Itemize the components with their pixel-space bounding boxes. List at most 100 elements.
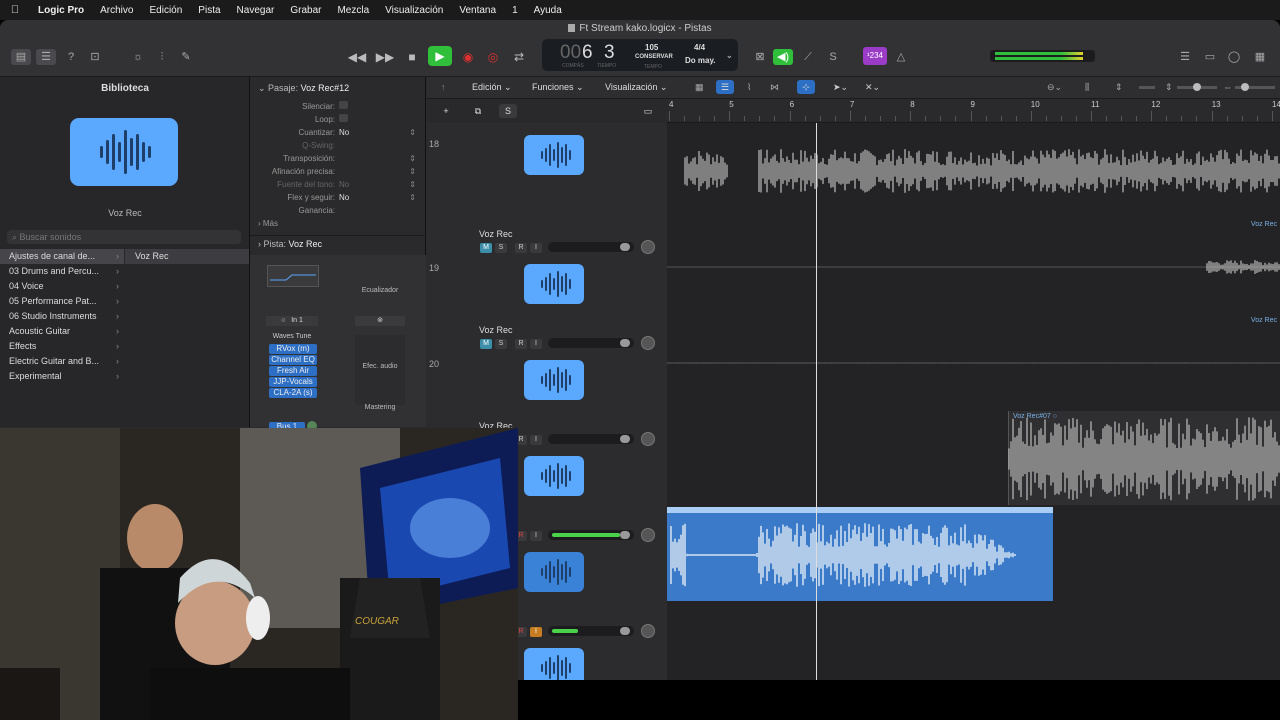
library-toggle-icon[interactable]: ▤ <box>11 49 31 65</box>
eq-label[interactable]: Ecualizador <box>355 287 405 294</box>
record-enable-button[interactable]: R <box>515 339 527 349</box>
flex-icon[interactable]: ⋈ <box>770 82 779 93</box>
waveform-icon[interactable] <box>524 360 584 400</box>
notepad-icon[interactable]: ▭ <box>1200 49 1220 65</box>
record-icon[interactable]: ◉ <box>458 49 478 65</box>
lcd-chevron-icon[interactable]: ⌄ <box>726 51 733 60</box>
loop-row[interactable]: Loop: <box>250 114 426 126</box>
input-monitor-button[interactable]: I <box>530 435 542 445</box>
pan-knob[interactable] <box>641 528 655 542</box>
input-monitor-button[interactable]: I <box>530 627 542 637</box>
edit-menu[interactable]: Edición ⌄ <box>472 82 512 93</box>
plugin-slot[interactable]: CLA-2A (s) <box>269 388 317 398</box>
gain-row[interactable]: Ganancia: <box>250 205 426 217</box>
solo-button[interactable]: S <box>495 243 507 253</box>
menu-logic-pro[interactable]: Logic Pro <box>30 5 92 16</box>
input-monitor-button[interactable]: I <box>530 531 542 541</box>
zoom-slider-v[interactable] <box>1177 83 1217 91</box>
flex-follow-row[interactable]: Flex y seguir: No ⇕ <box>250 192 426 204</box>
global-solo-button[interactable]: S <box>499 104 517 118</box>
input-slot[interactable]: ○ In 1 <box>266 316 318 326</box>
library-search-input[interactable]: ⌕ Buscar sonidos <box>7 230 241 244</box>
menu-pista[interactable]: Pista <box>190 5 228 16</box>
track-header[interactable]: 19 Voz Rec M S R I <box>427 219 667 315</box>
more-toggle[interactable]: › Más <box>258 219 278 228</box>
waveform-icon[interactable] <box>524 264 584 304</box>
duplicate-track-icon[interactable]: ⧉ <box>467 104 489 118</box>
quantize-row[interactable]: Cuantizar: No ⇕ <box>250 127 426 139</box>
volume-slider[interactable] <box>548 338 634 348</box>
track-row[interactable]: R I <box>427 507 1280 603</box>
menu-ayuda[interactable]: Ayuda <box>526 5 570 16</box>
waveform-icon[interactable] <box>524 552 584 592</box>
automation-icon[interactable]: ⌇ <box>747 82 751 93</box>
pan-knob[interactable] <box>641 432 655 446</box>
functions-menu[interactable]: Funciones ⌄ <box>532 82 584 93</box>
library-category[interactable]: Ajustes de canal de... › <box>0 249 124 264</box>
track-name[interactable]: Voz Rec <box>479 325 513 335</box>
menu-visualizacion[interactable]: Visualización <box>377 5 451 16</box>
metronome-icon[interactable]: △ <box>891 49 911 65</box>
waveform-icon[interactable] <box>524 648 584 680</box>
zoom-slider-h[interactable] <box>1235 83 1275 91</box>
mute-button[interactable]: M <box>480 243 492 253</box>
waveform-icon[interactable] <box>524 456 584 496</box>
record-enable-button[interactable]: R <box>515 243 527 253</box>
track-inspector-header[interactable]: › Pista: Voz Rec <box>258 239 322 249</box>
audio-fx-slot[interactable]: Efec. audio <box>355 335 405 405</box>
menu-1[interactable]: 1 <box>504 5 526 16</box>
menu-navegar[interactable]: Navegar <box>229 5 283 16</box>
fine-tune-row[interactable]: Afinación precisa: ⇕ <box>250 166 426 178</box>
volume-slider[interactable] <box>548 434 634 444</box>
track-name[interactable]: Voz Rec <box>479 229 513 239</box>
plugin-slot[interactable]: RVox (m) <box>269 344 317 354</box>
volume-knob[interactable] <box>620 339 630 347</box>
track-row[interactable]: Voz Rec M S R I Voz Rec#07 ○ <box>427 411 1280 507</box>
library-category[interactable]: 04 Voice › <box>0 279 124 294</box>
count-in-button[interactable]: ¹234 <box>863 47 887 65</box>
volume-slider[interactable] <box>548 530 634 540</box>
stepper-icon[interactable]: ⇕ <box>409 153 416 165</box>
solo-icon[interactable]: S <box>823 49 843 65</box>
volume-knob[interactable] <box>620 435 630 443</box>
plugin-slot[interactable]: Fresh Air <box>269 366 317 376</box>
play-icon[interactable]: ▶ <box>428 46 452 66</box>
loop-checkbox[interactable] <box>339 114 348 122</box>
library-category[interactable]: 05 Performance Pat... › <box>0 294 124 309</box>
track-header[interactable]: 18 <box>427 123 667 219</box>
transpose-row[interactable]: Transposición: ⇕ <box>250 153 426 165</box>
stepper-icon[interactable]: ⇕ <box>409 166 416 178</box>
track-lane[interactable] <box>667 123 1280 219</box>
lcd-display[interactable]: 00 6 3 COMPÁS TIEMPO 105 CONSERVAR TEMPO… <box>542 39 738 71</box>
track-row[interactable]: 19 Voz Rec M S R I Voz Rec <box>427 219 1280 315</box>
plugin-slot[interactable]: Channel EQ <box>269 355 317 365</box>
volume-slider[interactable] <box>548 626 634 636</box>
region-flex-icon[interactable]: ▭ <box>637 104 659 118</box>
menu-edicion[interactable]: Edición <box>141 5 190 16</box>
track-lane[interactable] <box>667 603 1280 680</box>
add-track-button[interactable]: + <box>435 104 457 118</box>
vertical-zoom-slider[interactable] <box>1139 86 1155 89</box>
menu-ventana[interactable]: Ventana <box>451 5 504 16</box>
library-category[interactable]: Effects › <box>0 339 124 354</box>
link-icon[interactable]: ⊚ <box>355 316 405 326</box>
track-lane[interactable] <box>667 507 1280 603</box>
track-row[interactable]: R I <box>427 603 1280 680</box>
input-monitor-button[interactable]: I <box>530 243 542 253</box>
smart-controls-icon[interactable]: ☼ <box>128 49 148 65</box>
library-category[interactable]: Electric Guitar and B... › <box>0 354 124 369</box>
horizontal-zoom-icon[interactable]: ⇔ <box>1223 82 1232 92</box>
editors-icon[interactable]: ✎ <box>176 49 196 65</box>
track-header[interactable]: 20 Voz Rec M S R I <box>427 315 667 411</box>
help-icon[interactable]: ? <box>61 49 81 65</box>
ruler[interactable]: 4 5 6 7 8 9 10 11 12 13 14 <box>667 99 1280 123</box>
mastering-label[interactable]: Mastering <box>355 404 405 411</box>
stepper-icon[interactable]: ⇕ <box>409 127 416 139</box>
library-category[interactable]: 06 Studio Instruments › <box>0 309 124 324</box>
apple-icon[interactable]:  <box>0 4 30 16</box>
region-inspector-header[interactable]: ⌄ Pasaje: Voz Rec#12 <box>258 83 349 94</box>
plugin-waves-tune[interactable]: Waves Tune <box>266 333 318 340</box>
playhead[interactable] <box>816 123 817 680</box>
menu-grabar[interactable]: Grabar <box>282 5 329 16</box>
loop-browser-icon[interactable]: ◯ <box>1224 49 1244 65</box>
